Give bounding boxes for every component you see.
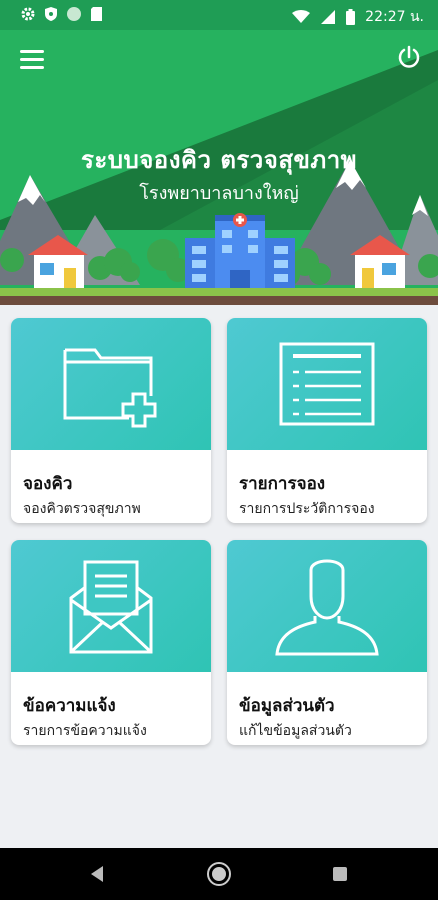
hamburger-icon-line — [20, 58, 44, 61]
battery-icon — [346, 9, 356, 25]
card-title: ข้อความแจ้ง — [23, 696, 116, 716]
hamburger-icon-line — [20, 66, 44, 69]
card-booking-list[interactable]: รายการจอง รายการประวัติการจอง — [227, 318, 427, 523]
user-icon — [275, 559, 379, 656]
card-subtitle: จองคิวตรวจสุขภาพ — [23, 501, 141, 517]
card-profile[interactable]: ข้อมูลส่วนตัว แก้ไขข้อมูลส่วนตัว — [227, 540, 427, 745]
card-icon-area — [11, 540, 211, 672]
status-bar: 22:27 น. — [0, 0, 438, 30]
shield-icon — [45, 7, 57, 21]
system-nav-bar — [0, 848, 438, 900]
folder-add-icon — [63, 348, 157, 428]
power-icon[interactable] — [396, 44, 422, 70]
menu-button[interactable] — [20, 50, 44, 70]
hamburger-icon-line — [20, 50, 44, 53]
card-subtitle: รายการประวัติการจอง — [239, 501, 375, 517]
mail-open-icon — [69, 560, 153, 654]
header-banner: ระบบจองคิว ตรวจสุขภาพ โรงพยาบาลบางใหญ่ — [0, 30, 438, 305]
card-icon-area — [227, 318, 427, 450]
card-title: รายการจอง — [239, 474, 326, 494]
status-right: 22:27 น. — [292, 6, 424, 28]
status-time: 22:27 น. — [365, 9, 424, 25]
card-subtitle: รายการข้อความแจ้ง — [23, 723, 147, 739]
back-icon[interactable] — [91, 866, 103, 882]
signal-icon — [321, 10, 336, 24]
card-icon-area — [227, 540, 427, 672]
sd-card-icon — [91, 7, 102, 21]
circle-icon — [67, 7, 81, 21]
wifi-icon — [292, 10, 311, 23]
card-notifications[interactable]: ข้อความแจ้ง รายการข้อความแจ้ง — [11, 540, 211, 745]
card-title: จองคิว — [23, 474, 73, 494]
app-title: ระบบจองคิว ตรวจสุขภาพ — [80, 146, 358, 174]
recent-apps-icon[interactable] — [333, 867, 347, 881]
hospital-name: โรงพยาบาลบางใหญ่ — [139, 183, 299, 204]
card-book-queue[interactable]: จองคิว จองคิวตรวจสุขภาพ — [11, 318, 211, 523]
card-title: ข้อมูลส่วนตัว — [239, 696, 335, 716]
card-icon-area — [11, 318, 211, 450]
home-icon[interactable] — [207, 862, 231, 886]
status-left-icons — [20, 6, 103, 22]
gear-icon — [21, 7, 35, 21]
card-subtitle: แก้ไขข้อมูลส่วนตัว — [239, 723, 352, 739]
list-document-icon — [279, 342, 375, 426]
